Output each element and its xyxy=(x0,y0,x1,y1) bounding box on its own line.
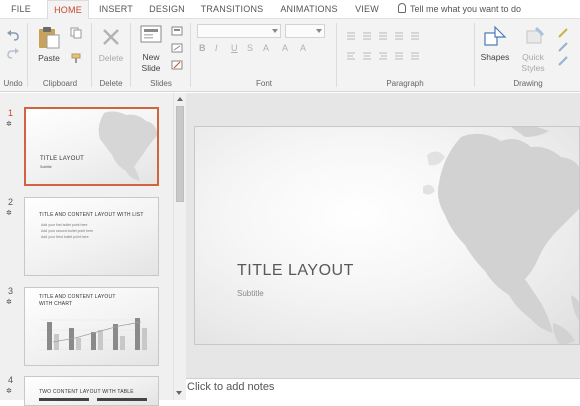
world-map-icon xyxy=(98,111,157,181)
slide-thumbnail-2[interactable]: TITLE AND CONTENT LAYOUT WITH LIST Add y… xyxy=(24,197,159,276)
slide-number: 4 xyxy=(8,375,14,385)
thumbnail-bullet: Add your third bullet point here xyxy=(41,235,89,239)
animation-star-icon: ✲ xyxy=(6,388,12,395)
slide-number: 3 xyxy=(8,286,14,296)
scroll-down-icon[interactable] xyxy=(174,387,185,398)
thumbnail-title: TITLE AND CONTENT LAYOUT xyxy=(39,294,116,300)
slide-title[interactable]: TITLE LAYOUT xyxy=(237,262,354,280)
current-slide[interactable]: TITLE LAYOUT Subtitle xyxy=(194,126,580,345)
new-slide-icon[interactable] xyxy=(140,25,162,45)
thumbnail-title: WITH CHART xyxy=(39,301,73,307)
format-painter-icon[interactable] xyxy=(70,53,82,63)
group-label-slides: Slides xyxy=(150,79,172,88)
group-label-undo: Undo xyxy=(3,79,23,88)
italic-icon[interactable]: I xyxy=(215,43,218,53)
delete-button[interactable]: Delete xyxy=(94,53,128,63)
font-color-icon[interactable]: A xyxy=(282,43,288,53)
strikethrough-icon[interactable]: S xyxy=(247,43,253,53)
lightbulb-icon xyxy=(398,3,406,13)
chevron-down-icon xyxy=(316,29,322,33)
bold-icon[interactable]: B xyxy=(199,43,206,53)
tab-design[interactable]: DESIGN xyxy=(145,0,189,19)
ribbon-divider xyxy=(27,23,28,87)
ribbon: Undo Paste Clipboard Delete Delete New S… xyxy=(0,19,580,92)
slide-number: 2 xyxy=(8,197,14,207)
animation-star-icon: ✲ xyxy=(6,299,12,306)
quick-styles-label-2[interactable]: Styles xyxy=(516,63,550,73)
tab-animations[interactable]: ANIMATIONS xyxy=(277,0,341,19)
tab-transitions[interactable]: TRANSITIONS xyxy=(199,0,265,19)
font-name-input[interactable] xyxy=(197,24,281,38)
slide-thumbnail-4[interactable]: TWO CONTENT LAYOUT WITH TABLE xyxy=(24,376,159,406)
font-size-input[interactable] xyxy=(285,24,325,38)
tell-me-box[interactable]: Tell me what you want to do xyxy=(398,0,521,19)
character-spacing-icon[interactable]: A xyxy=(263,43,269,53)
copy-icon[interactable] xyxy=(70,27,82,39)
notes-placeholder[interactable]: Click to add notes xyxy=(187,381,274,393)
quick-styles-label-1[interactable]: Quick xyxy=(516,52,550,62)
world-map-icon xyxy=(423,127,579,344)
group-label-clipboard: Clipboard xyxy=(42,79,78,88)
paste-icon[interactable] xyxy=(38,25,60,49)
paste-button[interactable]: Paste xyxy=(34,53,64,63)
thumbnail-chart xyxy=(39,318,149,351)
clear-formatting-icon[interactable]: A xyxy=(300,43,306,53)
slide-thumbnail-3[interactable]: TITLE AND CONTENT LAYOUT WITH CHART xyxy=(24,287,159,366)
thumbnail-title: TWO CONTENT LAYOUT WITH TABLE xyxy=(39,389,134,395)
ribbon-divider xyxy=(91,23,92,87)
scrollbar-thumb[interactable] xyxy=(176,106,184,202)
undo-icon[interactable] xyxy=(6,29,20,41)
shapes-icon[interactable] xyxy=(483,25,507,47)
ribbon-divider xyxy=(130,23,131,87)
tab-file[interactable]: FILE xyxy=(6,0,36,19)
quick-styles-icon[interactable] xyxy=(524,25,546,47)
slide-thumbnail-1[interactable]: TITLE LAYOUT Subtitle xyxy=(24,107,159,186)
group-label-paragraph: Paragraph xyxy=(386,79,424,88)
shape-format-icons[interactable] xyxy=(557,27,571,69)
thumbnail-bullet: Add your first bullet point here xyxy=(41,223,88,227)
scroll-up-icon[interactable] xyxy=(177,97,183,101)
delete-icon[interactable] xyxy=(101,27,121,47)
tab-insert[interactable]: INSERT xyxy=(97,0,135,19)
paragraph-controls-icon[interactable] xyxy=(345,31,445,71)
redo-icon[interactable] xyxy=(6,47,20,59)
tell-me-text: Tell me what you want to do xyxy=(410,4,522,14)
slide-subtitle[interactable]: Subtitle xyxy=(237,289,264,298)
thumbnail-subtitle: Subtitle xyxy=(40,165,52,169)
tab-home[interactable]: HOME xyxy=(47,0,89,20)
ribbon-divider xyxy=(474,23,475,87)
group-label-delete: Delete xyxy=(99,79,123,88)
shapes-button[interactable]: Shapes xyxy=(478,52,512,62)
section-icon[interactable] xyxy=(171,60,183,70)
group-label-font: Font xyxy=(255,79,272,88)
thumbnail-title: TITLE LAYOUT xyxy=(40,156,84,162)
ribbon-divider xyxy=(336,23,337,87)
thumbnails-scrollbar[interactable] xyxy=(173,93,186,400)
ribbon-divider xyxy=(190,23,191,87)
slide-number: 1 xyxy=(8,108,14,118)
animation-star-icon: ✲ xyxy=(6,121,12,128)
new-slide-label-2[interactable]: Slide xyxy=(136,63,166,73)
tab-view[interactable]: VIEW xyxy=(350,0,384,19)
layout-icon[interactable] xyxy=(171,26,183,36)
thumbnail-bullet: Add your second bullet point here xyxy=(41,229,94,233)
animation-star-icon: ✲ xyxy=(6,210,12,217)
reset-icon[interactable] xyxy=(171,43,183,53)
underline-icon[interactable]: U xyxy=(231,43,238,53)
chevron-down-icon xyxy=(272,29,278,33)
group-label-drawing: Drawing xyxy=(513,79,543,88)
thumbnail-title: TITLE AND CONTENT LAYOUT WITH LIST xyxy=(39,212,144,218)
new-slide-label-1[interactable]: New xyxy=(136,52,166,62)
ribbon-tabs: FILE HOME INSERT DESIGN TRANSITIONS ANIM… xyxy=(0,0,580,20)
